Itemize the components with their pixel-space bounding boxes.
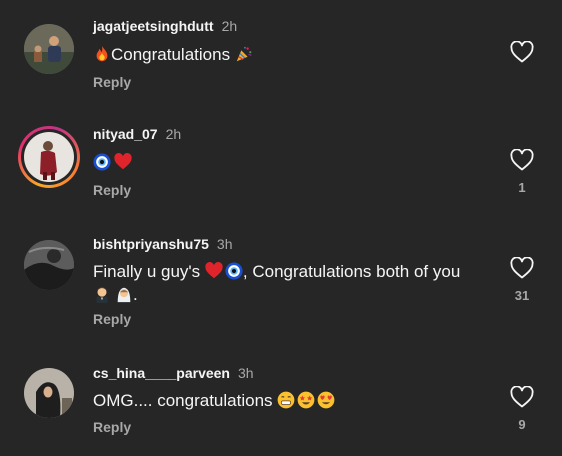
like-heart-icon[interactable] bbox=[510, 257, 534, 279]
reply-button[interactable]: Reply bbox=[93, 419, 131, 435]
fire-emoji bbox=[93, 45, 111, 63]
timestamp: 3h bbox=[237, 365, 254, 381]
username[interactable]: cs_hina____parveen bbox=[93, 365, 230, 381]
avatar[interactable] bbox=[18, 126, 80, 188]
like-count: 31 bbox=[514, 288, 530, 303]
bride-emoji bbox=[117, 287, 131, 303]
groom-emoji bbox=[96, 287, 108, 303]
like-count: 9 bbox=[518, 417, 526, 432]
reply-button[interactable]: Reply bbox=[93, 182, 131, 198]
grinning-emoji bbox=[277, 391, 295, 409]
comment-text bbox=[93, 152, 132, 174]
avatar[interactable] bbox=[24, 368, 74, 418]
nazar-amulet-emoji bbox=[93, 153, 111, 171]
nazar-amulet-emoji bbox=[225, 262, 243, 280]
reply-button[interactable]: Reply bbox=[93, 311, 131, 327]
comment-text: OMG.... congratulations bbox=[93, 390, 335, 412]
username[interactable]: nityad_07 bbox=[93, 126, 158, 142]
like-heart-icon[interactable] bbox=[510, 149, 534, 171]
like-count: 1 bbox=[518, 180, 526, 195]
like-heart-icon[interactable] bbox=[510, 41, 534, 63]
avatar[interactable] bbox=[24, 240, 74, 290]
comment-text: Finally u guy's , Congratulations both o… bbox=[93, 262, 461, 281]
red-heart-emoji bbox=[114, 153, 132, 171]
like-heart-icon[interactable] bbox=[510, 386, 534, 408]
heart-eyes-emoji bbox=[317, 391, 335, 409]
comment-text: Congratulations bbox=[93, 44, 253, 66]
username[interactable]: jagatjeetsinghdutt bbox=[93, 18, 214, 34]
timestamp: 3h bbox=[216, 236, 233, 252]
party-popper-emoji bbox=[235, 45, 253, 63]
star-struck-emoji bbox=[297, 391, 315, 409]
avatar[interactable] bbox=[24, 24, 74, 74]
username[interactable]: bishtpriyanshu75 bbox=[93, 236, 209, 252]
comment-text-line2: . bbox=[93, 284, 138, 306]
red-heart-emoji bbox=[205, 262, 223, 280]
timestamp: 2h bbox=[221, 18, 238, 34]
reply-button[interactable]: Reply bbox=[93, 74, 131, 90]
timestamp: 2h bbox=[165, 126, 182, 142]
